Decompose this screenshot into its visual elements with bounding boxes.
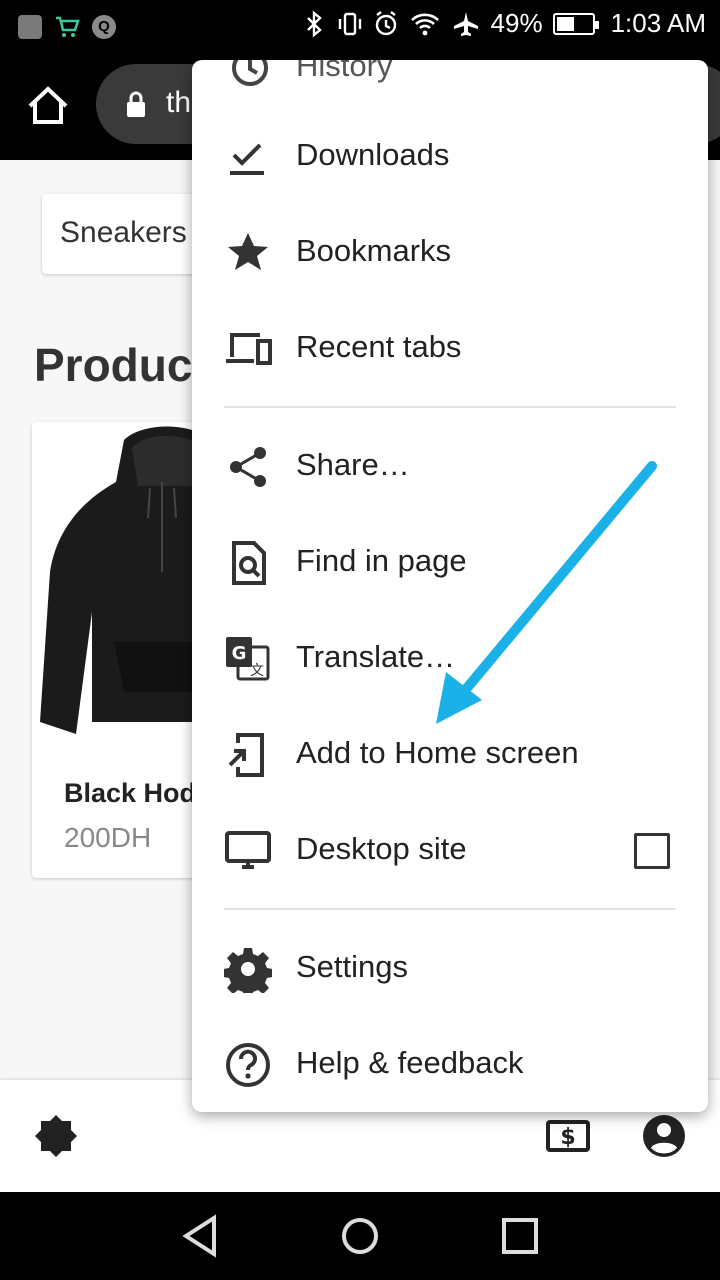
- product-price: 200DH: [64, 822, 152, 853]
- menu-item-bookmarks[interactable]: Bookmarks: [192, 205, 708, 301]
- url-text: th: [166, 86, 192, 119]
- home-nav-icon[interactable]: [334, 1210, 386, 1262]
- battery-level-fill: [556, 16, 574, 31]
- menu-label-share: Share…: [296, 447, 410, 482]
- bluetooth-icon: [306, 9, 322, 38]
- battery-percent: 49%: [490, 8, 543, 38]
- lock-icon: [127, 91, 145, 117]
- airplane-icon: [453, 11, 478, 36]
- download-icon: [230, 143, 264, 175]
- battery-icon: [552, 12, 599, 35]
- svg-text:G: G: [232, 643, 247, 664]
- account-icon[interactable]: [640, 1112, 688, 1160]
- menu-label-help: Help & feedback: [296, 1045, 524, 1080]
- menu-item-desktop-site[interactable]: Desktop site: [192, 803, 708, 899]
- desktop-site-checkbox[interactable]: [634, 833, 670, 869]
- menu-item-find-in-page[interactable]: Find in page: [192, 515, 708, 611]
- svg-text:$: $: [560, 1125, 575, 1150]
- menu-label-recent-tabs: Recent tabs: [296, 329, 462, 364]
- status-bar: Q 49% 1:03 AM: [0, 0, 720, 50]
- menu-divider: [224, 908, 676, 910]
- find-in-page-icon: [232, 541, 266, 585]
- browser-overflow-menu: History Downloads Bookmarks Recent tabs …: [192, 60, 708, 1112]
- menu-label-history: History: [296, 60, 393, 83]
- menu-label-find-in-page: Find in page: [296, 543, 467, 578]
- menu-item-recent-tabs[interactable]: Recent tabs: [192, 301, 708, 397]
- system-nav-bar: [0, 1192, 720, 1280]
- svg-text:文: 文: [250, 663, 264, 679]
- clock: 1:03 AM: [610, 8, 706, 38]
- menu-label-settings: Settings: [296, 949, 409, 984]
- menu-item-translate[interactable]: G 文 Translate…: [192, 611, 708, 707]
- wifi-icon: [410, 13, 439, 35]
- pricing-icon[interactable]: $: [544, 1112, 592, 1160]
- product-name: Black Hod: [64, 778, 197, 808]
- menu-label-downloads: Downloads: [296, 137, 450, 172]
- translate-icon: G 文: [226, 637, 270, 681]
- share-icon: [230, 447, 266, 487]
- menu-label-desktop-site: Desktop site: [296, 831, 467, 866]
- gear-icon: [224, 948, 272, 993]
- devices-icon: [226, 333, 272, 365]
- recents-icon[interactable]: [494, 1210, 546, 1262]
- menu-item-settings[interactable]: Settings: [192, 921, 708, 1017]
- history-icon: [232, 60, 268, 86]
- back-icon[interactable]: [174, 1210, 226, 1262]
- menu-item-add-to-home[interactable]: Add to Home screen: [192, 707, 708, 803]
- menu-item-history[interactable]: History: [192, 60, 708, 116]
- theme-toggle-icon[interactable]: [32, 1112, 80, 1160]
- menu-item-downloads[interactable]: Downloads: [192, 109, 708, 205]
- alarm-icon: [375, 10, 396, 35]
- q-app-icon: Q: [92, 15, 116, 39]
- image-icon: [18, 15, 42, 39]
- cart-icon: [56, 16, 80, 37]
- menu-label-add-to-home: Add to Home screen: [296, 735, 579, 770]
- menu-label-translate: Translate…: [296, 639, 456, 674]
- page-title: Product: [34, 339, 208, 391]
- vibrate-icon: [338, 12, 361, 35]
- home-icon[interactable]: [22, 80, 74, 132]
- menu-item-share[interactable]: Share…: [192, 419, 708, 515]
- menu-label-bookmarks: Bookmarks: [296, 233, 452, 268]
- menu-item-help[interactable]: Help & feedback: [192, 1017, 708, 1112]
- help-icon: [226, 1043, 270, 1087]
- add-to-home-screen-icon: [228, 733, 264, 777]
- desktop-icon: [225, 831, 271, 869]
- menu-divider: [224, 406, 676, 408]
- star-icon: [228, 233, 268, 270]
